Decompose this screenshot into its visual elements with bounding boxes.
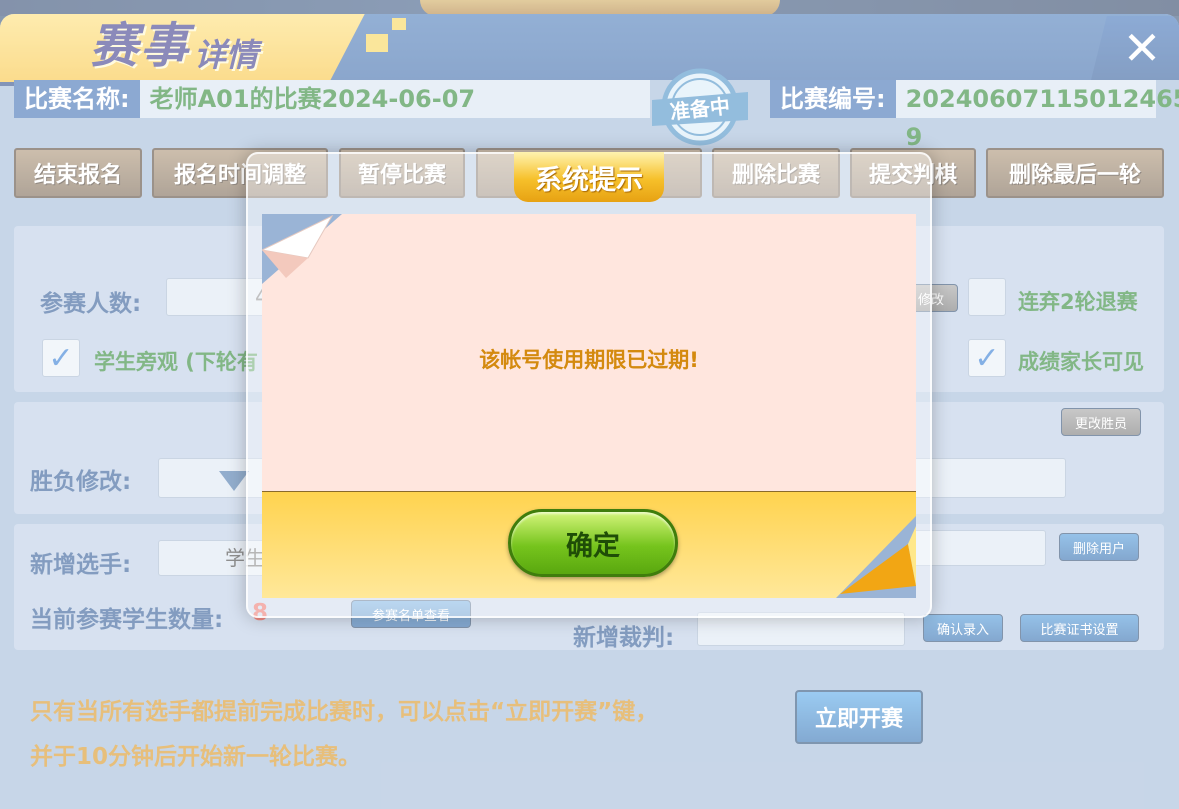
page-curl-bottom-right <box>836 516 916 598</box>
page-curl-top-left <box>262 214 342 284</box>
dialog-title: 系统提示 <box>514 152 664 202</box>
confirm-button[interactable]: 确定 <box>508 509 678 577</box>
dialog-message: 该帐号使用期限已过期! <box>479 348 699 372</box>
